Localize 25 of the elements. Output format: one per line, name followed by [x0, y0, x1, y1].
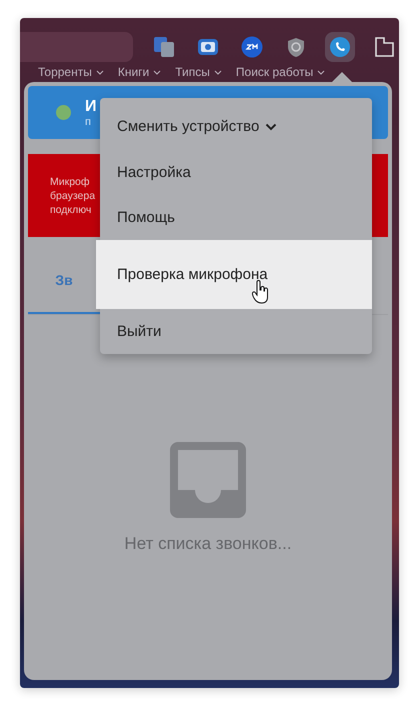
bookmark-folder[interactable]: Типсы	[175, 64, 222, 80]
error-text: подключ	[50, 202, 92, 216]
zoom-icon[interactable]	[241, 36, 263, 58]
chevron-icon	[96, 70, 104, 74]
bookmark-folder[interactable]: Поиск работы	[236, 64, 326, 80]
empty-message: Нет списка звонков...	[124, 534, 292, 554]
menu-item[interactable]: Сменить устройство	[100, 104, 372, 150]
bookmark-folder[interactable]: Книги	[118, 64, 162, 80]
menu-item[interactable]: Настройка	[100, 149, 372, 195]
chevron-icon	[317, 70, 326, 74]
chevron-icon	[153, 70, 162, 74]
menu-item[interactable]: Выйти	[100, 308, 372, 354]
account-status: п	[85, 116, 92, 128]
bookmark-folder[interactable]: Торренты	[38, 64, 104, 80]
menu-item[interactable]: Помощь	[100, 194, 372, 240]
account-name: И	[85, 98, 96, 116]
chevron-icon	[214, 70, 222, 74]
menu-item[interactable]: Проверка микрофона	[96, 240, 372, 309]
inbox-icon	[170, 442, 246, 518]
phone-chat-icon[interactable]	[329, 36, 351, 58]
error-text: Микроф	[50, 174, 91, 188]
shield-icon[interactable]	[287, 36, 305, 58]
error-text: браузера	[50, 188, 96, 202]
screen-record-icon[interactable]	[197, 38, 219, 56]
chevron-icon	[265, 122, 278, 131]
